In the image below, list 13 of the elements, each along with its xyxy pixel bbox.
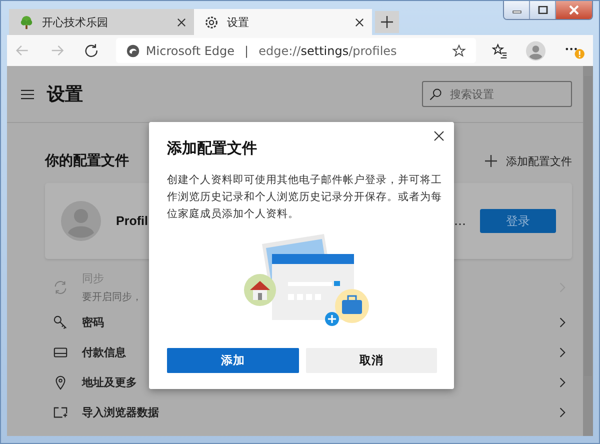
site-label: Microsoft Edge xyxy=(146,44,235,58)
item-label: 地址及更多 xyxy=(82,374,138,390)
item-subtitle: 要开启同步， xyxy=(82,290,143,304)
item-label: 密码 xyxy=(82,314,105,330)
dialog-title: 添加配置文件 xyxy=(167,139,258,158)
item-label: 付款信息 xyxy=(82,344,127,360)
dialog-description: 创建个人资料即可使用其他电子邮件帐户登录，并可将工作浏览历史记录和个人浏览历史记录分开保存。或者为每位家庭成员添加个人资料。 xyxy=(167,172,443,222)
url-text: edge://settings/profiles xyxy=(258,44,398,58)
item-label: 导入浏览器数据 xyxy=(82,404,160,420)
section-title: 你的配置文件 xyxy=(45,152,129,170)
page-title: 设置 xyxy=(47,83,84,106)
profile-name: Profil xyxy=(116,214,148,228)
separator: | xyxy=(244,44,249,58)
